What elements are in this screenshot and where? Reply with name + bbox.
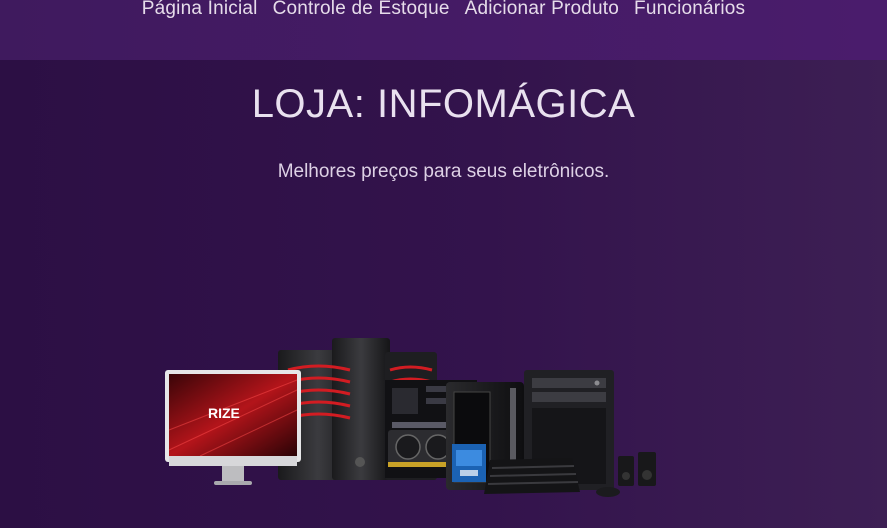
cpu-box [452, 444, 486, 482]
speakers [618, 452, 656, 486]
monitor-brand-text: RIZE [208, 405, 240, 421]
computers-product-image: RIZE [165, 338, 656, 497]
page-subtitle: Melhores preços para seus eletrônicos. [277, 161, 610, 182]
nav-links: Página Inicial Controle de Estoque Adici… [0, 0, 887, 20]
nav-link-home[interactable]: Página Inicial [142, 0, 258, 20]
navbar: Página Inicial Controle de Estoque Adici… [0, 0, 887, 60]
nav-link-add-product[interactable]: Adicionar Produto [465, 0, 619, 20]
keyboard [484, 458, 580, 494]
page-title: LOJA: INFOMÁGICA [251, 82, 636, 126]
nav-link-employees[interactable]: Funcionários [634, 0, 745, 20]
mouse [596, 487, 620, 497]
nav-link-stock-control[interactable]: Controle de Estoque [273, 0, 450, 20]
